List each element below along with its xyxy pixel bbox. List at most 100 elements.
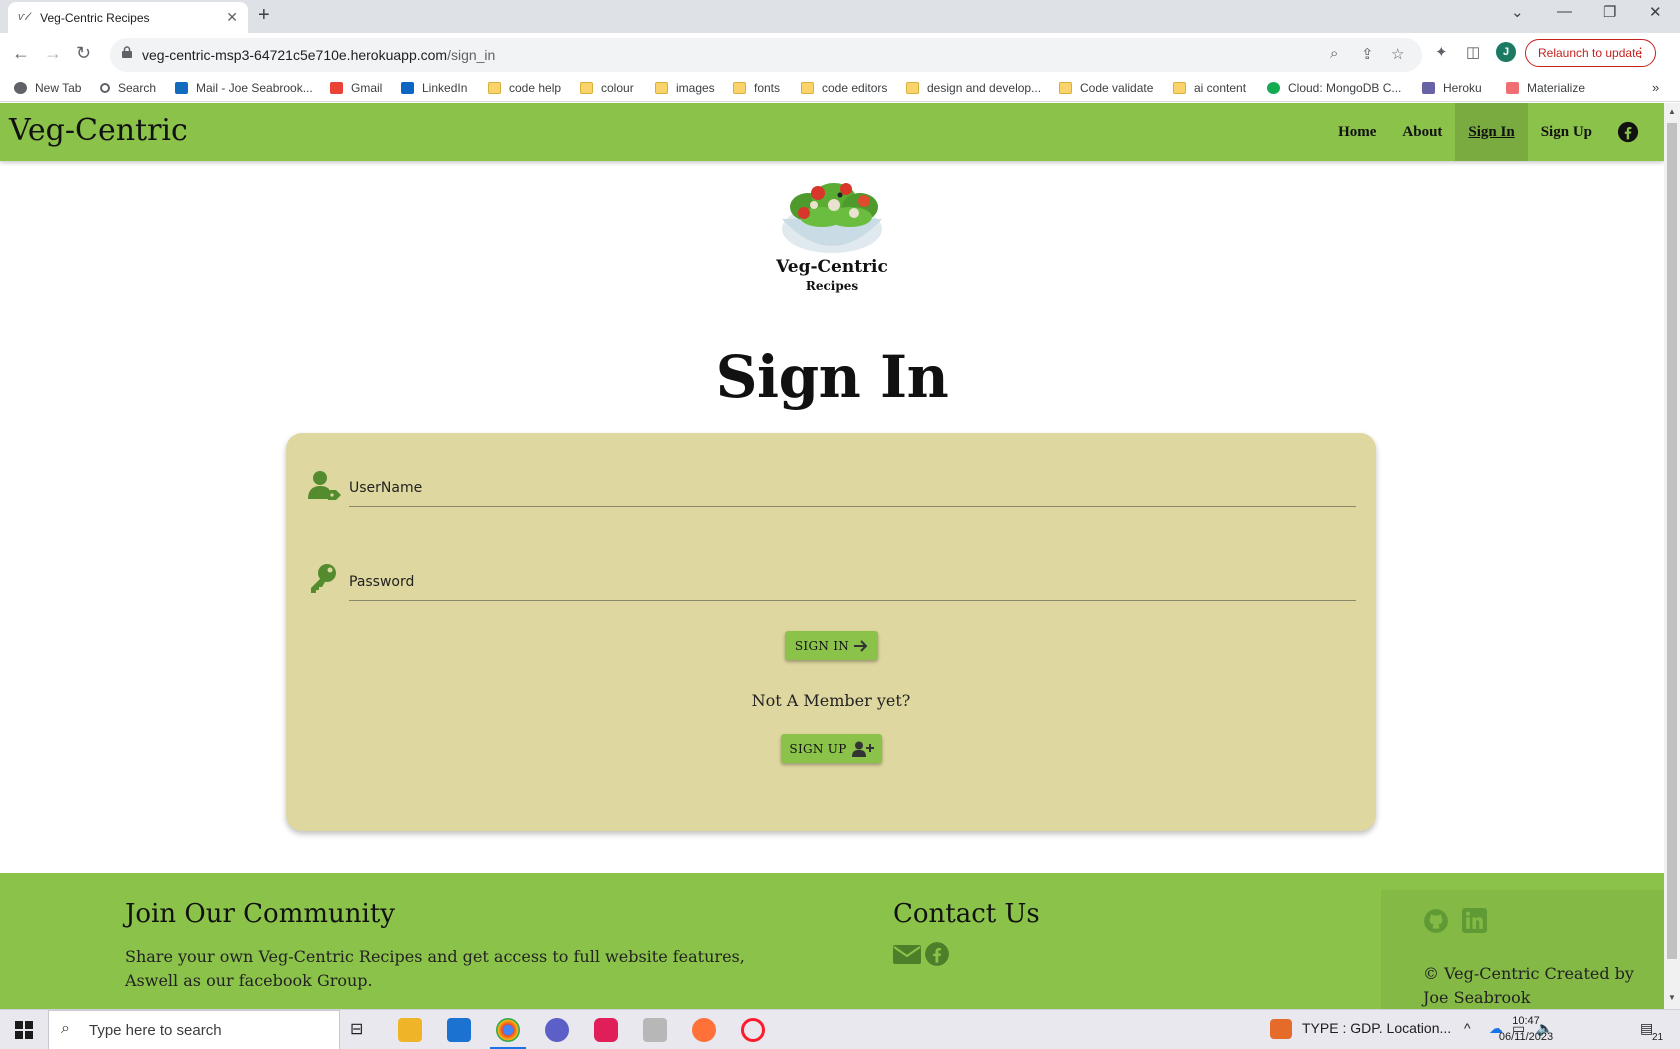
folder-icon	[801, 82, 814, 94]
footer-credits-panel: © Veg-Centric Created by Joe Seabrook	[1381, 890, 1664, 1009]
facebook-icon[interactable]	[1617, 121, 1639, 143]
github-icon[interactable]	[1423, 908, 1449, 934]
linkedin-icon	[401, 82, 414, 94]
email-icon[interactable]	[893, 943, 921, 965]
password-label: Password	[349, 574, 415, 590]
folder-icon	[1173, 82, 1186, 94]
bookmark-mongodb[interactable]: Cloud: MongoDB C...	[1267, 81, 1401, 95]
close-window-button[interactable]: ✕	[1649, 3, 1662, 21]
site-brand[interactable]: Veg-Centric	[9, 113, 188, 148]
zoom-icon[interactable]: ⌕	[1330, 45, 1338, 62]
taskbar-notification-text[interactable]: TYPE : GDP. Location...	[1302, 1020, 1451, 1036]
menu-dots-icon: ⋮	[1634, 45, 1647, 60]
sign-up-button-label: SIGN UP	[789, 741, 847, 756]
bookmark-folder-fonts[interactable]: fonts	[733, 81, 780, 95]
relaunch-label: Relaunch to update	[1538, 46, 1643, 60]
reload-icon[interactable]: ↻	[76, 43, 91, 64]
browser-tab[interactable]: ѵ𝓁 Veg-Centric Recipes ✕	[8, 2, 248, 33]
scroll-up-icon[interactable]: ▲	[1668, 107, 1676, 116]
profile-avatar[interactable]: J	[1496, 42, 1516, 62]
bookmark-folder-code-validate[interactable]: Code validate	[1059, 81, 1153, 95]
sign-in-button[interactable]: SIGN IN	[785, 631, 878, 660]
firefox-icon[interactable]	[692, 1018, 716, 1042]
bookmark-mail[interactable]: Mail - Joe Seabrook...	[175, 81, 313, 95]
slack-icon[interactable]	[594, 1018, 618, 1042]
bookmark-folder-code-help[interactable]: code help	[488, 81, 561, 95]
page-scrollbar[interactable]: ▲ ▼	[1664, 103, 1680, 1009]
weather-alert-icon[interactable]	[1270, 1019, 1292, 1039]
arrow-right-icon	[854, 639, 868, 652]
bookmark-gmail[interactable]: Gmail	[330, 81, 382, 95]
bookmark-star-icon[interactable]: ☆	[1391, 45, 1404, 63]
folder-icon	[1059, 82, 1072, 94]
folder-icon	[580, 82, 593, 94]
bookmark-materialize[interactable]: Materialize	[1506, 81, 1585, 95]
address-bar[interactable]: veg-centric-msp3-64721c5e710e.herokuapp.…	[110, 38, 1422, 72]
bookmark-linkedin[interactable]: LinkedIn	[401, 81, 467, 95]
search-icon	[100, 83, 110, 93]
windows-start-icon[interactable]	[15, 1021, 33, 1039]
windows-taskbar: ⌕ Type here to search ⊟ TYPE : GDP. Loca…	[0, 1009, 1680, 1049]
facebook-icon[interactable]	[924, 941, 950, 967]
password-field[interactable]: Password	[308, 561, 1356, 601]
scrollbar-thumb[interactable]	[1667, 123, 1677, 959]
scroll-down-icon[interactable]: ▼	[1668, 993, 1676, 1002]
logo-subtitle: Recipes	[805, 279, 859, 293]
forward-arrow-icon[interactable]: →	[44, 43, 62, 64]
heroku-icon	[1422, 82, 1435, 94]
page-title: Sign In	[715, 343, 949, 411]
chrome-icon[interactable]	[496, 1018, 520, 1042]
bookmark-new-tab[interactable]: New Tab	[14, 81, 81, 95]
sign-up-button[interactable]: SIGN UP	[781, 734, 882, 763]
sign-in-form: UserName Password SIGN IN Not A Member y…	[286, 433, 1376, 831]
minimize-button[interactable]: —	[1557, 3, 1572, 20]
bookmark-folder-colour[interactable]: colour	[580, 81, 634, 95]
tray-chevron-icon[interactable]: ^	[1464, 1020, 1471, 1036]
extensions-icon[interactable]: ✦	[1435, 43, 1448, 61]
bookmark-folder-ai-content[interactable]: ai content	[1173, 81, 1246, 95]
copilot-icon[interactable]	[545, 1018, 569, 1042]
new-tab-button[interactable]: +	[258, 4, 270, 27]
bookmark-folder-images[interactable]: images	[655, 81, 715, 95]
notepad-icon[interactable]	[643, 1018, 667, 1042]
community-heading: Join Our Community	[125, 899, 395, 929]
nav-sign-in[interactable]: Sign In	[1455, 103, 1528, 161]
community-text-line-1: Share your own Veg-Centric Recipes and g…	[125, 947, 745, 966]
materialize-icon	[1506, 82, 1519, 94]
task-view-icon[interactable]: ⊟	[350, 1019, 363, 1039]
bookmark-folder-code-editors[interactable]: code editors	[801, 81, 887, 95]
gmail-icon	[330, 82, 343, 94]
nav-sign-up[interactable]: Sign Up	[1528, 103, 1605, 161]
lock-icon	[122, 46, 132, 58]
site-footer: Join Our Community Share your own Veg-Ce…	[0, 873, 1664, 1009]
not-member-text: Not A Member yet?	[751, 691, 911, 710]
bookmark-heroku[interactable]: Heroku	[1422, 81, 1482, 95]
linkedin-icon[interactable]	[1462, 908, 1487, 933]
opera-icon[interactable]	[741, 1018, 765, 1042]
tab-search-icon[interactable]: ⌄	[1511, 3, 1524, 21]
close-tab-icon[interactable]: ✕	[226, 9, 238, 26]
back-arrow-icon[interactable]: ←	[12, 43, 30, 64]
bookmarks-overflow-icon[interactable]: »	[1652, 80, 1659, 95]
page-viewport: Veg-Centric Home About Sign In Sign Up V…	[0, 103, 1664, 1009]
site-logo: Veg-Centric Recipes	[752, 173, 912, 293]
file-explorer-icon[interactable]	[398, 1018, 422, 1042]
browser-toolbar: ← → ↻ veg-centric-msp3-64721c5e710e.hero…	[0, 33, 1680, 77]
bookmark-folder-design[interactable]: design and develop...	[906, 81, 1041, 95]
mail-app-icon[interactable]	[447, 1018, 471, 1042]
bookmark-search[interactable]: Search	[100, 81, 156, 95]
community-text-line-2: Aswell as our facebook Group.	[125, 971, 373, 990]
nav-about[interactable]: About	[1389, 103, 1455, 161]
relaunch-button[interactable]: Relaunch to update ⋮	[1525, 39, 1656, 67]
user-tag-icon	[308, 471, 341, 500]
site-favicon-icon: ѵ𝓁	[18, 11, 29, 23]
username-field[interactable]: UserName	[308, 467, 1356, 507]
search-icon: ⌕	[61, 1020, 70, 1037]
side-panel-icon[interactable]: ◫	[1466, 43, 1480, 61]
share-icon[interactable]: ⇪	[1361, 45, 1374, 63]
sign-in-button-label: SIGN IN	[794, 638, 850, 653]
restore-button[interactable]: ❐	[1603, 3, 1616, 21]
taskbar-search-input[interactable]: ⌕ Type here to search	[48, 1010, 340, 1049]
nav-home[interactable]: Home	[1325, 103, 1389, 161]
taskbar-clock[interactable]: 10:47 06/11/2023	[1496, 1013, 1556, 1045]
